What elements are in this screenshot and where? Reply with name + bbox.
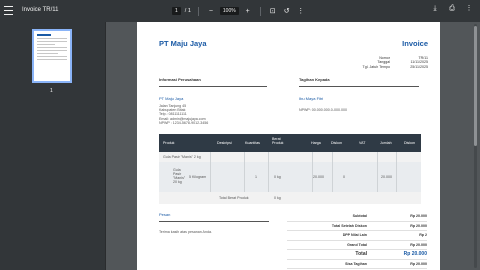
table-row: Gula Pasir "Manis" 20 kg 5 Kilogram 1 0 … <box>159 162 421 192</box>
notes-heading: Pesan <box>159 212 269 222</box>
summary-value: Rp 20.000 <box>403 251 427 258</box>
col-header: Deskripsi <box>217 141 232 145</box>
summary-value: Rp 20.000 <box>410 214 427 219</box>
summary-label: Total <box>355 251 367 258</box>
page-thumbnail[interactable] <box>32 29 72 83</box>
summary-label: DPP Nilai Lain <box>342 233 367 238</box>
item-discount: 0 <box>343 175 345 179</box>
thumbnail-sidebar: 1 <box>0 22 106 270</box>
more-view-icon[interactable]: ⋮ <box>296 8 306 15</box>
scrollbar-thumb[interactable] <box>474 26 477 146</box>
total-weight-value: 0 kg <box>274 196 281 200</box>
col-header: Diskon <box>404 141 415 145</box>
pdf-toolbar: Invoice TR/11 1 / 1 − 100% + ⊡ ↺ ⋮ ⤓ ⎙ ⋮ <box>0 0 480 22</box>
summary-label: Total Setelah Diskon <box>331 223 367 228</box>
group-label: Gula Pasir "Manis" 2 kg <box>163 155 201 159</box>
summary-value: Rp 2 <box>419 233 427 238</box>
zoom-in-icon[interactable]: + <box>243 8 253 15</box>
table-header: Produk Deskripsi Kuantitas Berat Produk … <box>159 134 421 152</box>
col-header: Produk <box>163 141 175 145</box>
group-row: Gula Pasir "Manis" 2 kg <box>159 152 421 162</box>
download-icon[interactable]: ⤓ <box>430 5 440 12</box>
document-title: Invoice TR/11 <box>22 7 59 13</box>
item-price: 20.000 <box>313 175 324 179</box>
item-qty: 1 <box>255 175 257 179</box>
print-icon[interactable]: ⎙ <box>447 5 457 12</box>
page-number-input[interactable]: 1 <box>172 7 181 15</box>
summary-label: Sisa Tagihan <box>345 261 367 266</box>
fit-page-icon[interactable]: ⊡ <box>268 8 278 15</box>
summary-value: Rp 20.000 <box>410 261 427 266</box>
total-weight-row: Total Berat Produk 0 kg <box>159 192 421 204</box>
separator <box>259 6 261 16</box>
separator <box>197 6 199 16</box>
item-amount: 20.000 <box>381 175 392 179</box>
summary-block: Subtotal Rp 20.000 Total Setelah Diskon Rp… <box>287 212 427 269</box>
zoom-out-icon[interactable]: − <box>206 8 216 15</box>
col-header: Kuantitas <box>245 141 260 145</box>
summary-label: Subtotal <box>352 214 367 219</box>
col-header: VAT <box>359 141 366 145</box>
item-weight: 0 kg <box>274 175 281 179</box>
col-header: Berat Produk <box>272 137 284 145</box>
col-header: Harga <box>311 141 321 145</box>
menu-icon[interactable] <box>4 6 13 15</box>
summary-label: Grand Total <box>347 242 367 247</box>
toolbar-actions: ⤓ ⎙ ⋮ <box>430 5 474 12</box>
invoice-table-area: Produk Deskripsi Kuantitas Berat Produk … <box>137 22 440 270</box>
zoom-input[interactable]: 100% <box>219 7 239 15</box>
summary-value: Rp 20.000 <box>410 223 427 228</box>
rotate-icon[interactable]: ↺ <box>282 8 292 15</box>
more-options-icon[interactable]: ⋮ <box>464 5 474 12</box>
page-controls: 1 / 1 − 100% + ⊡ ↺ ⋮ <box>172 5 306 17</box>
item-product: Gula Pasir "Manis" 20 kg <box>173 168 186 184</box>
total-weight-label: Total Berat Produk <box>219 196 249 200</box>
page-total: / 1 <box>184 8 191 14</box>
item-qty-unit: 5 Kilogram <box>189 175 207 179</box>
thumbnail-page-number: 1 <box>50 88 53 94</box>
summary-value: Rp 20.000 <box>410 242 427 247</box>
col-header: Diskon <box>331 141 342 145</box>
col-header: Jumlah <box>380 141 392 145</box>
notes-text: Terima kasih atas pesanan Anda. <box>159 230 212 234</box>
